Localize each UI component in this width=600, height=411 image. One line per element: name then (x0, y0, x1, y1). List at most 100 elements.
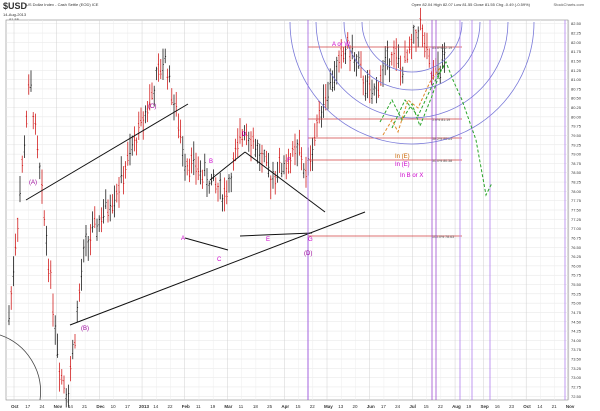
x-tick-label: Jul (409, 404, 416, 409)
wave-label: D (242, 132, 247, 138)
fib-level-label: 50.0% 80.38 (432, 159, 452, 163)
y-tick-label: 73.50 (571, 357, 582, 362)
x-tick-label: 11 (239, 404, 244, 409)
x-tick-label: 21 (82, 404, 88, 409)
y-tick-label: 82.25 (571, 31, 582, 36)
x-tick-label: Apr (281, 404, 289, 409)
y-tick-label: 78.50 (571, 170, 582, 175)
x-tick-label: 17 (125, 404, 131, 409)
wave-label: F (287, 158, 291, 164)
wave-label: B (209, 159, 213, 165)
x-tick-label: Nov (54, 404, 63, 409)
x-tick-label: Feb (182, 404, 190, 409)
x-tick-label: 15 (424, 404, 430, 409)
y-tick-label: 75.00 (571, 301, 582, 306)
wave-label: In (E) (395, 154, 410, 160)
fib-level-label: 61.8% 82.19 (432, 46, 452, 50)
y-tick-label: 73.25 (571, 366, 582, 371)
x-tick-label: Dec (96, 404, 105, 409)
y-tick-label: 81.25 (571, 68, 582, 73)
y-tick-label: 75.75 (571, 273, 582, 278)
fib-level-label: 100.0% 78.63 (432, 235, 454, 239)
y-tick-label: 78.25 (571, 180, 582, 185)
x-tick-label: 16 (495, 404, 501, 409)
y-tick-label: 80.25 (571, 105, 582, 110)
y-tick-label: 72.75 (571, 384, 582, 389)
x-tick-label: 24 (395, 404, 401, 409)
x-tick-label: 11 (196, 404, 201, 409)
y-tick-label: 79.75 (571, 124, 582, 129)
y-tick-label: 74.25 (571, 329, 582, 334)
x-tick-label: 13 (338, 404, 344, 409)
x-tick-label: 14 (537, 404, 543, 409)
y-tick-label: 79.50 (571, 133, 582, 138)
wave-label: (B) (81, 326, 89, 332)
x-tick-label: 2013 (139, 404, 150, 409)
x-tick-label: Oct (523, 404, 531, 409)
y-tick-label: 80.75 (571, 86, 582, 91)
y-tick-label: 75.25 (571, 291, 582, 296)
y-tick-label: 75.50 (571, 282, 582, 287)
x-tick-label: 19 (466, 404, 472, 409)
y-tick-label: 73.00 (571, 375, 582, 380)
x-tick-label: 10 (111, 404, 117, 409)
y-tick-label: 77.00 (571, 226, 582, 231)
y-tick-label: 77.50 (571, 208, 582, 213)
y-tick-label: 80.00 (571, 114, 582, 119)
y-tick-label: 79.25 (571, 142, 582, 147)
y-tick-label: 76.50 (571, 245, 582, 250)
y-tick-label: 76.75 (571, 235, 582, 240)
y-tick-label: 76.00 (571, 263, 582, 268)
wave-label: G (308, 237, 313, 243)
x-tick-label: 22 (310, 404, 316, 409)
x-tick-label: 17 (381, 404, 387, 409)
x-tick-label: 17 (25, 404, 31, 409)
wave-label: In B or X (400, 173, 423, 179)
x-tick-label: 20 (352, 404, 358, 409)
wave-label: E (266, 237, 270, 243)
y-tick-label: 74.50 (571, 319, 582, 324)
x-tick-label: Sep (481, 404, 490, 409)
x-tick-label: May (324, 404, 333, 409)
wave-label: In (E) (395, 162, 410, 168)
x-tick-label: Aug (452, 404, 461, 409)
x-tick-label: Jun (367, 404, 375, 409)
y-tick-label: 78.00 (571, 189, 582, 194)
y-tick-label: 72.50 (571, 394, 582, 399)
y-tick-label: 82.50 (571, 21, 582, 26)
y-tick-label: 73.75 (571, 347, 582, 352)
price-chart: 82.50 82.25 82.00 81.75 81.50 81.25 81.00 80.75… (0, 7, 582, 409)
y-tick-label: 77.25 (571, 217, 582, 222)
x-tick-label: 14 (153, 404, 159, 409)
y-tick-label: 81.50 (571, 58, 582, 63)
x-tick-label: 23 (509, 404, 515, 409)
y-tick-label: 80.50 (571, 96, 582, 101)
wave-label: A (181, 236, 185, 242)
x-tick-label: 18 (253, 404, 259, 409)
wave-label: C (217, 257, 222, 263)
x-tick-label: 22 (168, 404, 174, 409)
y-tick-label: 74.75 (571, 310, 582, 315)
x-tick-label: Oct (11, 404, 19, 409)
x-tick-label: 25 (267, 404, 273, 409)
x-tick-label: Mar (224, 404, 232, 409)
y-tick-label: 81.75 (571, 49, 582, 54)
x-tick-label: 19 (210, 404, 216, 409)
y-tick-label: 79.00 (571, 152, 582, 157)
y-tick-label: 77.75 (571, 198, 582, 203)
x-tick-label: 24 (39, 404, 45, 409)
fib-level-label: 0.0% 81.19 (432, 118, 450, 122)
y-tick-label: 74.00 (571, 338, 582, 343)
y-tick-label: 82.00 (571, 40, 582, 45)
wave-label: A or W (332, 42, 350, 48)
wave-label: (C) (148, 104, 156, 110)
wave-label: (A) (29, 180, 37, 186)
y-tick-label: 78.75 (571, 161, 582, 166)
wave-label: (D) (304, 251, 312, 257)
y-tick-label: 76.25 (571, 254, 582, 259)
x-tick-label: 15 (296, 404, 302, 409)
x-tick-label: 22 (438, 404, 444, 409)
x-tick-label: Nov (566, 404, 575, 409)
x-tick-label: 21 (552, 404, 558, 409)
y-tick-label: 81.00 (571, 77, 582, 82)
